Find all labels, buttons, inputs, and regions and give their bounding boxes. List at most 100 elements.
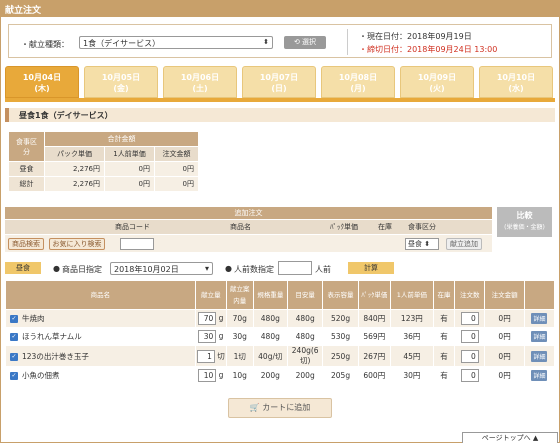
- pack-price: 267円: [357, 345, 391, 367]
- add-order-columns: 商品コード 商品名 ﾊﾟｯｸ単価 在庫 食事区分: [5, 220, 492, 234]
- detail-button[interactable]: 詳細: [531, 370, 548, 381]
- th-disp: 表示容量: [322, 280, 359, 310]
- tab-underline: [5, 98, 555, 102]
- th-stock: 在庫: [432, 280, 456, 310]
- tab-dow: (火): [429, 84, 445, 93]
- summary-order: 0円: [154, 176, 199, 192]
- order-qty-input[interactable]: 0: [460, 330, 479, 343]
- table-row: ✓ 小魚の佃煮 10 g 10g 200g 200g 205g 600円 30円 …: [5, 366, 556, 385]
- detail-button[interactable]: 詳細: [531, 331, 548, 342]
- summary-unit: 0円: [104, 161, 155, 177]
- pack-price: 840円: [357, 309, 391, 328]
- meal-chip: 昼食: [5, 262, 41, 274]
- product-date-select[interactable]: 2018年10月02日 ▾: [110, 262, 213, 275]
- qty-cell: 10 g: [194, 366, 227, 385]
- tab-date-0[interactable]: 10月04日 (木): [5, 66, 79, 98]
- tab-dow: (月): [350, 84, 366, 93]
- checkbox[interactable]: ✓: [10, 333, 18, 341]
- per-price: 30円: [389, 366, 434, 385]
- add-to-cart-button[interactable]: 🛒 カートに追加: [228, 398, 332, 418]
- summary-header-category: 食事区分: [8, 131, 45, 162]
- tab-date-2[interactable]: 10月06日 (土): [163, 66, 237, 98]
- add-order-title: 追加注文: [5, 207, 492, 219]
- order-qty-input[interactable]: 0: [460, 312, 479, 325]
- summary-row-label: 総計: [8, 176, 45, 192]
- spec-weight: 480g: [252, 327, 288, 346]
- tab-dow: (日): [271, 84, 287, 93]
- qty-input[interactable]: 30: [198, 330, 217, 343]
- th-detail: [523, 280, 556, 310]
- table-row: 昼食 2,276円 0円 0円: [8, 161, 199, 177]
- tab-date-4[interactable]: 10月08日 (月): [321, 66, 395, 98]
- order-cell: 0: [454, 366, 486, 385]
- product-search-button[interactable]: 商品検索: [8, 238, 44, 250]
- summary-header-total: 合計金額: [44, 131, 199, 147]
- date-tabs: 10月04日 (木) 10月05日 (金) 10月06日 (土) 10月07日 (日) …: [5, 66, 555, 102]
- calculate-button[interactable]: 計算: [348, 262, 394, 274]
- favorite-search-button[interactable]: お気に入り検索: [49, 238, 105, 250]
- th-qty: 献立量: [194, 280, 227, 310]
- item-name: ほうれん草ナムル: [22, 332, 82, 341]
- meal-category-select[interactable]: 昼食 ⬍: [405, 238, 439, 250]
- add-menu-button[interactable]: 献立追加: [446, 238, 482, 250]
- order-amount: 0円: [484, 309, 525, 328]
- qty-input[interactable]: 1: [196, 349, 215, 363]
- stock: 有: [432, 366, 456, 385]
- deadline-date: ・締切日付：2018年09月24日 13:00: [359, 45, 498, 54]
- pack-price: 600円: [357, 366, 391, 385]
- est-qty: 480g: [286, 327, 324, 346]
- menu-type-select[interactable]: 1食（デイサービス） ⬍: [79, 36, 273, 49]
- th-est: 目安量: [286, 280, 324, 310]
- compare-sub: (栄養価・金額): [504, 224, 545, 231]
- add-to-cart-label: カートに追加: [262, 403, 311, 412]
- order-qty-input[interactable]: 0: [460, 369, 479, 382]
- item-name: 牛焼肉: [22, 314, 45, 323]
- item-name-cell: ✓ 牛焼肉: [5, 309, 196, 328]
- detail-button[interactable]: 詳細: [531, 350, 548, 362]
- persons-input[interactable]: [278, 261, 312, 275]
- page-top-link[interactable]: ページトップへ ▲: [462, 432, 558, 443]
- checkbox[interactable]: ✓: [10, 372, 18, 380]
- persons-unit: 人前: [315, 265, 331, 274]
- tab-date: 10月05日: [101, 73, 141, 82]
- order-amount: 0円: [484, 366, 525, 385]
- product-code-input[interactable]: [120, 238, 154, 250]
- checkbox[interactable]: ✓: [10, 352, 18, 361]
- tab-date: 10月04日: [22, 73, 62, 82]
- menu-type-value: 1食（デイサービス）: [83, 39, 161, 48]
- tab-date-5[interactable]: 10月09日 (火): [400, 66, 474, 98]
- per-price: 36円: [389, 327, 434, 346]
- summary-pack: 2,276円: [44, 176, 105, 192]
- detail-cell: 詳細: [523, 366, 556, 385]
- tab-date-6[interactable]: 10月10日 (水): [479, 66, 553, 98]
- table-row: ✓ ほうれん草ナムル 30 g 30g 480g 480g 530g 569円 3…: [5, 327, 556, 346]
- summary-header-unit: 1人前単価: [104, 146, 155, 162]
- qty-unit: g: [218, 331, 224, 341]
- detail-button[interactable]: 詳細: [531, 313, 548, 324]
- select-button[interactable]: ⟲ 選択: [284, 36, 326, 49]
- summary-header-pack: パック単価: [44, 146, 105, 162]
- compare-button[interactable]: 比較 (栄養価・金額): [497, 207, 552, 237]
- tab-date-3[interactable]: 10月07日 (日): [242, 66, 316, 98]
- tab-date-1[interactable]: 10月05日 (金): [84, 66, 158, 98]
- qty-input[interactable]: 70: [198, 312, 217, 325]
- item-name-cell: ✓ 小魚の佃煮: [5, 366, 196, 385]
- select-button-label: 選択: [302, 38, 317, 46]
- tab-dow: (木): [34, 84, 50, 93]
- checkbox[interactable]: ✓: [10, 315, 18, 323]
- qty-input[interactable]: 10: [198, 369, 217, 382]
- qty-unit: g: [218, 370, 224, 380]
- add-order-row: 商品検索 お気に入り検索 昼食 ⬍ 献立追加: [5, 235, 492, 252]
- col-category: 食事区分: [408, 223, 436, 231]
- pack-price: 569円: [357, 327, 391, 346]
- spec-weight: 200g: [252, 366, 288, 385]
- guide-qty: 1切: [225, 345, 254, 367]
- persons-spec-label: 人前数指定: [234, 265, 274, 274]
- col-name: 商品名: [230, 223, 251, 231]
- order-cell: 0: [454, 309, 486, 328]
- item-name-cell: ✓ ほうれん草ナムル: [5, 327, 196, 346]
- order-cell: 0: [454, 327, 486, 346]
- tab-dow: (土): [192, 84, 208, 93]
- order-qty-input[interactable]: 0: [460, 349, 479, 363]
- qty-unit: 切: [217, 351, 225, 360]
